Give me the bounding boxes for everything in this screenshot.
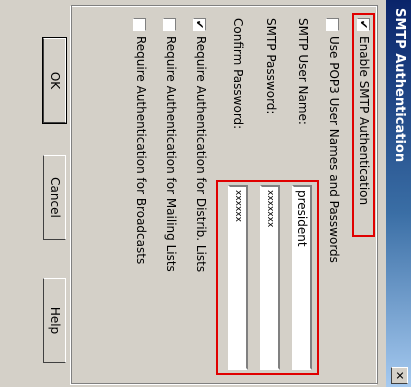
confirm-password-input[interactable]: xxxxxx: [228, 185, 248, 370]
ok-button[interactable]: OK: [42, 34, 67, 127]
cancel-button[interactable]: Cancel: [43, 155, 66, 240]
user-name-label: SMTP User Name:: [296, 18, 310, 125]
use-pop3-names-label: Use POP3 User Names and Passwords: [327, 36, 341, 263]
use-pop3-names-checkbox[interactable]: [326, 18, 339, 31]
password-input[interactable]: xxxxxxx: [260, 185, 280, 370]
require-mailing-checkbox[interactable]: [163, 18, 176, 31]
require-distrib-label: Require Authentication for Distrib. List…: [194, 36, 208, 273]
require-broadcasts-label: Require Authentication for Broadcasts: [134, 36, 148, 265]
password-label: SMTP Password:: [264, 18, 278, 115]
confirm-password-label: Confirm Password:: [231, 18, 245, 130]
title-bar: SMTP Authentication ✕: [386, 0, 411, 387]
require-distrib-checkbox[interactable]: ✔: [193, 18, 206, 31]
enable-smtp-auth-checkbox[interactable]: ✔: [357, 18, 370, 31]
enable-smtp-auth-label: Enable SMTP Authentication: [357, 36, 371, 206]
user-name-input[interactable]: president: [292, 185, 312, 370]
help-button[interactable]: Help: [43, 278, 66, 363]
smtp-auth-dialog: SMTP Authentication ✕ ✔ Enable SMTP Auth…: [0, 0, 411, 387]
require-broadcasts-checkbox[interactable]: [133, 18, 146, 31]
close-icon[interactable]: ✕: [391, 367, 408, 384]
require-mailing-label: Require Authentication for Mailing Lists: [164, 36, 178, 272]
window-title: SMTP Authentication: [392, 8, 407, 163]
